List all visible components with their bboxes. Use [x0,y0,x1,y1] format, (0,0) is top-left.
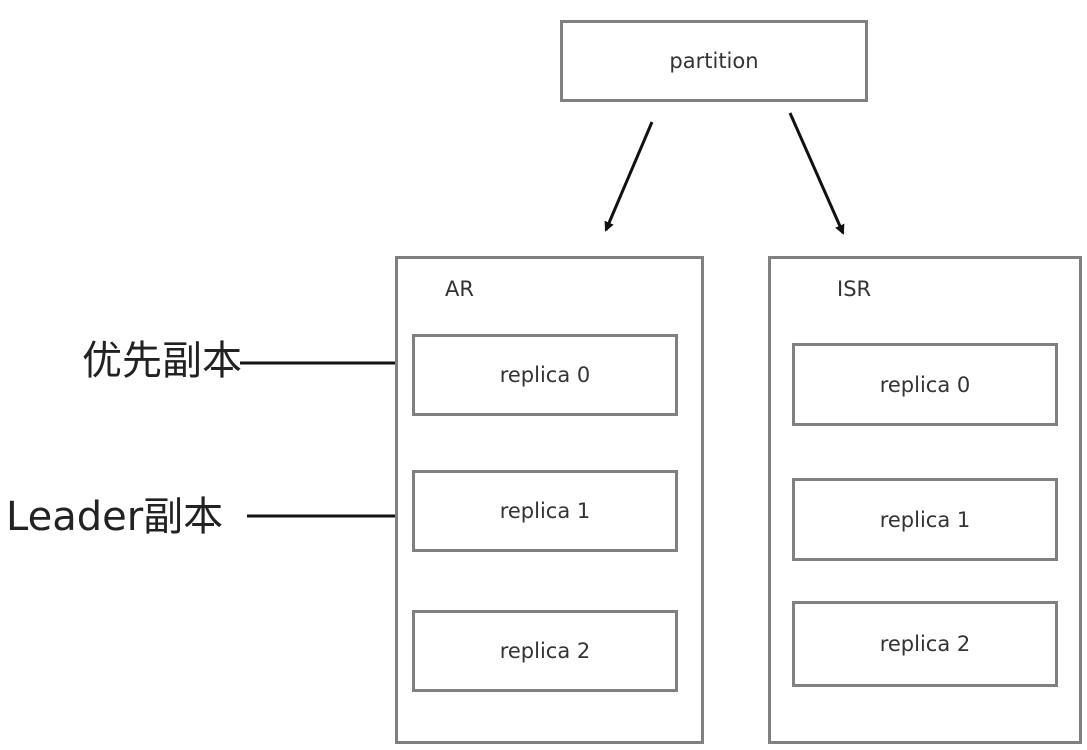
isr-replica-2: replica 2 [792,601,1058,687]
arrow-partition-to-isr [788,112,845,235]
ar-replica-1: replica 1 [412,470,678,552]
ar-replica-1-label: replica 1 [499,499,591,523]
isr-replica-1: replica 1 [792,478,1058,561]
partition-box: partition [560,20,868,102]
isr-title: ISR [837,277,872,301]
ar-replica-0: replica 0 [412,334,678,416]
isr-replica-2-label: replica 2 [879,632,971,656]
isr-replica-0: replica 0 [792,343,1058,426]
leader-replica-label: Leader副本 [6,494,224,540]
ar-title: AR [445,277,474,301]
preferred-replica-label: 优先副本 [82,338,242,384]
isr-replica-1-label: replica 1 [879,507,971,532]
ar-replica-0-label: replica 0 [499,363,591,387]
ar-replica-2: replica 2 [412,610,678,692]
arrow-partition-to-ar [604,121,654,232]
isr-replica-0-label: replica 0 [879,372,971,397]
partition-label: partition [669,49,759,73]
ar-replica-2-label: replica 2 [499,639,591,663]
